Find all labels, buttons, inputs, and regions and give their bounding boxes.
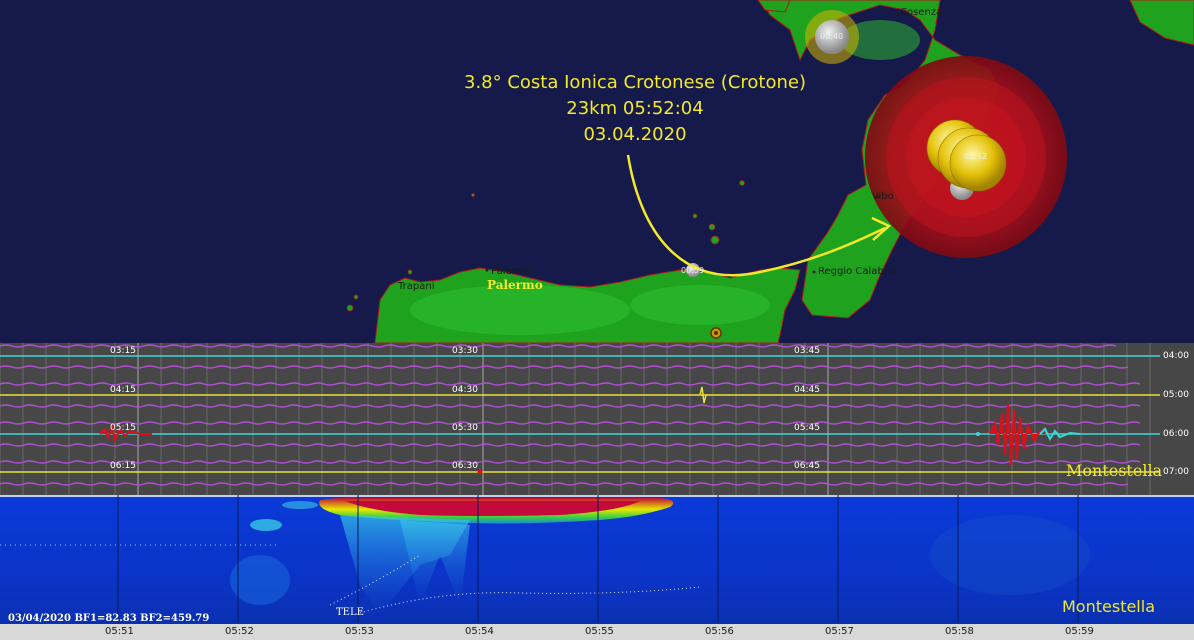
helicorder-graphic	[0, 343, 1160, 495]
row-time-label: 06:15	[110, 461, 136, 471]
time-tick: 05:54	[465, 626, 494, 637]
time-tick: 05:58	[945, 626, 974, 637]
callout-depth-time: 23km 05:52:04	[566, 98, 704, 119]
row-time-label: 06:30	[452, 461, 478, 471]
event-0552-main	[989, 402, 1046, 466]
map-graphic	[346, 0, 1194, 343]
quake-callout: 3.8° Costa Ionica Crotonese (Crotone) 23…	[430, 70, 840, 148]
spectrogram-info: 03/04/2020 BF1=82.83 BF2=459.79	[8, 613, 210, 624]
row-time-label: 03:45	[794, 346, 820, 356]
town-palermo: Palermo	[491, 266, 532, 277]
callout-date: 03.04.2020	[583, 124, 687, 145]
row-time-label: 04:30	[452, 385, 478, 395]
row-time-label: 03:15	[110, 346, 136, 356]
hour-label: 07:00	[1163, 467, 1189, 477]
highlight-city-palermo: Palermo	[487, 278, 543, 292]
tele-label: TELE	[336, 607, 364, 618]
town-cosenza: Cosenza	[900, 7, 943, 18]
row-time-label: 05:45	[794, 423, 820, 433]
callout-title: 3.8° Costa Ionica Crotonese (Crotone)	[464, 72, 806, 93]
time-tick: 05:51	[105, 626, 134, 637]
quake-time-label: 00:59	[681, 266, 705, 275]
row-time-label: 04:15	[110, 385, 136, 395]
row-time-label: 03:30	[452, 346, 478, 356]
quake-time-label: 00:40	[820, 32, 844, 41]
time-tick: 05:59	[1065, 626, 1094, 637]
hour-label: 06:00	[1163, 429, 1189, 439]
quake-time-label: 05:52	[964, 152, 988, 161]
land-top-right	[1129, 0, 1194, 46]
row-time-label: 05:15	[110, 423, 136, 433]
row-time-label: 04:45	[794, 385, 820, 395]
time-tick: 05:52	[225, 626, 254, 637]
spectrogram-station-name: Montestella	[1062, 597, 1155, 616]
helicorder-station-name: Montestella	[1066, 461, 1163, 480]
town-trapani: Trapani	[398, 281, 435, 292]
seismic-monitor-view: Cosenza Palermo Trapani Vibo Reggio Cala…	[0, 0, 1194, 640]
town-vibo: Vibo	[872, 191, 894, 202]
row-time-label: 05:30	[452, 423, 478, 433]
epicenter-map[interactable]: Cosenza Palermo Trapani Vibo Reggio Cala…	[0, 0, 1194, 343]
helicorder-panel[interactable]: 03:15 03:30 03:45 04:15 04:30 04:45 05:1…	[0, 343, 1194, 495]
hour-label: 04:00	[1163, 351, 1189, 361]
time-tick: 05:57	[825, 626, 854, 637]
town-reggio-calabria: Reggio Calabria	[818, 266, 897, 277]
time-tick: 05:56	[705, 626, 734, 637]
hour-label: 05:00	[1163, 390, 1189, 400]
time-tick: 05:55	[585, 626, 614, 637]
time-tick: 05:53	[345, 626, 374, 637]
row-time-label: 06:45	[794, 461, 820, 471]
